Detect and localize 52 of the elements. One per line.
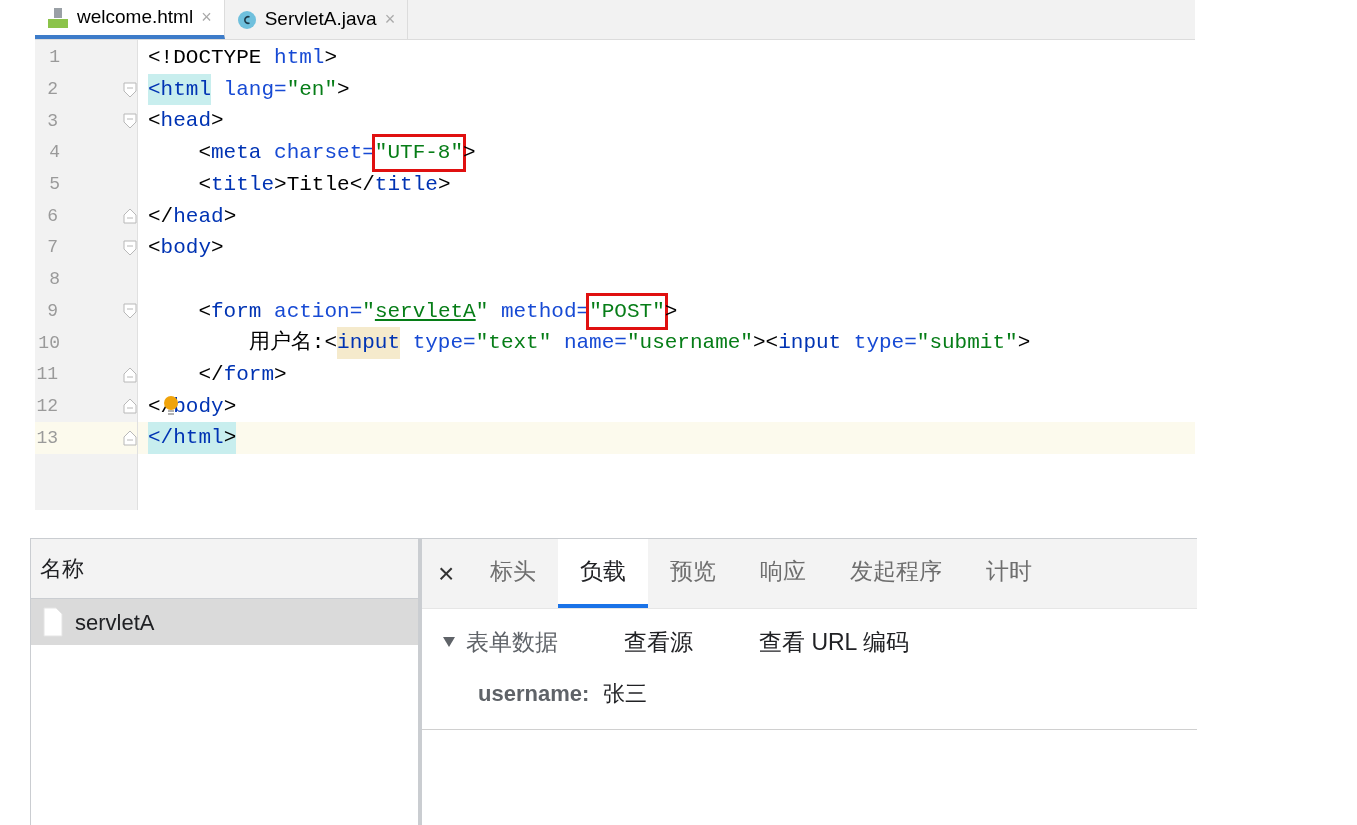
line-number: 13 [35, 426, 59, 450]
code-line: <html lang="en"> [138, 73, 1195, 106]
line-number: 5 [48, 173, 61, 197]
tab-label: ServletA.java [264, 7, 377, 32]
line-number: 4 [48, 141, 61, 165]
code-line: </head> [147, 203, 238, 230]
code-line: <!DOCTYPE html> [147, 45, 339, 72]
field-value: 张三 [603, 679, 648, 708]
code-line: 用户名:<input type="text" name="username"><input type="submit"> [138, 327, 1195, 359]
field-key: username: [478, 676, 590, 710]
line-number: 6 [46, 204, 59, 228]
panel-tab[interactable]: 预览 [648, 539, 739, 608]
line-number: 11 [35, 363, 59, 387]
tab-label: welcome.html [77, 5, 194, 30]
request-row[interactable]: servletA [31, 599, 418, 645]
panel-tab[interactable]: 负载 [558, 539, 649, 608]
fold-marker-icon[interactable] [123, 430, 137, 447]
line-number: 3 [46, 109, 59, 133]
triangle-icon [442, 636, 456, 648]
code-line: <head> [147, 108, 225, 135]
editor-tab[interactable]: ServletA.java × [224, 0, 409, 39]
class-file-icon [236, 9, 257, 30]
fold-marker-icon[interactable] [123, 208, 137, 225]
line-number: 2 [46, 78, 59, 102]
code-line: <title>Title</title> [197, 171, 452, 198]
fold-marker-icon[interactable] [123, 239, 137, 256]
view-link[interactable]: 查看源 [624, 624, 693, 660]
panel-tab[interactable]: 标头 [468, 539, 559, 608]
code-line: <body> [147, 235, 225, 262]
line-number: 7 [46, 236, 59, 260]
line-number: 12 [35, 394, 59, 418]
code-line: </form> [197, 361, 288, 388]
line-number: 1 [48, 46, 61, 70]
view-link[interactable]: 查看 URL 编码 [759, 624, 909, 660]
html-file-icon [47, 6, 69, 29]
document-icon [43, 607, 63, 637]
panel-tab[interactable]: 发起程序 [828, 539, 965, 608]
close-button[interactable]: × [438, 539, 455, 608]
fold-marker-icon[interactable] [123, 366, 137, 383]
fold-marker-icon[interactable] [123, 398, 137, 415]
fold-marker-icon[interactable] [123, 81, 137, 98]
line-number: 10 [37, 331, 61, 355]
panel-tab[interactable]: 响应 [738, 539, 829, 608]
fold-marker-icon[interactable] [123, 303, 137, 320]
fold-marker-icon[interactable] [123, 113, 137, 130]
section-toggle[interactable]: 表单数据 [442, 624, 558, 660]
panel-tab[interactable]: 计时 [964, 539, 1055, 608]
request-name: servletA [75, 608, 155, 637]
line-number: 8 [48, 268, 61, 292]
line-number: 9 [46, 299, 59, 323]
column-header: 名称 [31, 539, 418, 599]
editor-tab[interactable]: welcome.html × [35, 0, 225, 39]
